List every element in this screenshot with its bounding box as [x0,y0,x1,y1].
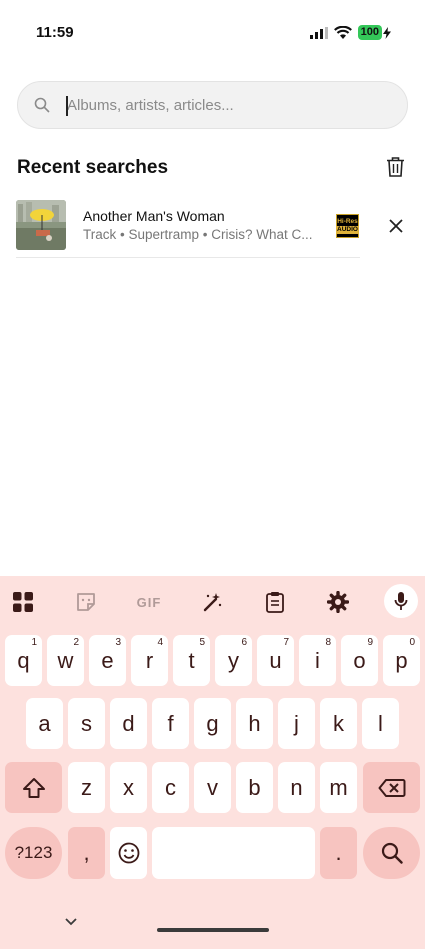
recent-searches-title: Recent searches [17,157,169,178]
key-s[interactable]: s [68,698,105,749]
keyboard-toolbar: GIF [0,576,425,626]
key-i[interactable]: i8 [299,635,336,686]
hi-res-audio-label: AUDIO [336,226,359,234]
gif-label: GIF [136,594,162,610]
key-v[interactable]: v [194,762,231,813]
key-t[interactable]: t5 [173,635,210,686]
key-q[interactable]: q1 [5,635,42,686]
track-subtitle: Track • Supertramp • Crisis? What C... [83,227,313,242]
backspace-key[interactable] [363,762,420,813]
album-art [16,200,66,250]
space-key[interactable] [152,827,315,879]
chevron-down-icon[interactable] [64,917,78,926]
search-icon [34,97,50,113]
magic-wand-icon[interactable] [196,586,228,618]
recent-search-item[interactable]: Another Man's Woman Track • Supertramp •… [16,196,360,258]
search-input[interactable] [67,82,387,128]
key-z[interactable]: z [68,762,105,813]
status-bar: 11:59 100 [0,0,425,66]
battery-level: 100 [357,25,382,40]
key-y[interactable]: y6 [215,635,252,686]
key-g[interactable]: g [194,698,231,749]
hi-res-badge: Hi-Res AUDIO [336,214,359,238]
microphone-icon[interactable] [384,584,418,618]
backspace-icon [378,778,405,797]
key-r[interactable]: r4 [131,635,168,686]
wifi-icon [333,26,352,39]
trash-icon[interactable] [386,157,405,177]
key-h[interactable]: h [236,698,273,749]
shift-key[interactable] [5,762,62,813]
key-j[interactable]: j [278,698,315,749]
remove-recent-search-icon[interactable] [386,216,406,236]
key-w[interactable]: w2 [47,635,84,686]
shift-icon [22,777,45,798]
status-time: 11:59 [36,24,74,41]
track-title: Another Man's Woman [83,208,225,224]
period-key[interactable]: . [320,827,357,879]
key-a[interactable]: a [26,698,63,749]
key-b[interactable]: b [236,762,273,813]
status-icons: 100 [309,25,391,40]
hi-res-label: Hi-Res [337,218,358,225]
key-e[interactable]: e3 [89,635,126,686]
key-o[interactable]: o9 [341,635,378,686]
search-bar[interactable] [17,81,408,129]
symbols-key[interactable]: ?123 [5,827,62,879]
home-indicator[interactable] [157,928,269,932]
emoji-key[interactable] [110,827,147,879]
key-l[interactable]: l [362,698,399,749]
battery-indicator: 100 [357,25,391,40]
settings-gear-icon[interactable] [322,586,354,618]
key-f[interactable]: f [152,698,189,749]
key-c[interactable]: c [152,762,189,813]
key-k[interactable]: k [320,698,357,749]
text-caret [66,96,68,116]
key-p[interactable]: p0 [383,635,420,686]
emoji-icon [118,842,139,864]
key-x[interactable]: x [110,762,147,813]
apps-grid-icon[interactable] [7,586,39,618]
key-d[interactable]: d [110,698,147,749]
key-m[interactable]: m [320,762,357,813]
search-action-key[interactable] [363,827,420,879]
gif-button[interactable]: GIF [133,586,165,618]
sticker-icon[interactable] [70,586,102,618]
signal-icon [309,26,328,39]
key-n[interactable]: n [278,762,315,813]
search-icon [381,842,403,864]
clipboard-icon[interactable] [259,586,291,618]
charging-icon [383,26,391,39]
comma-key[interactable]: , [68,827,105,879]
key-u[interactable]: u7 [257,635,294,686]
